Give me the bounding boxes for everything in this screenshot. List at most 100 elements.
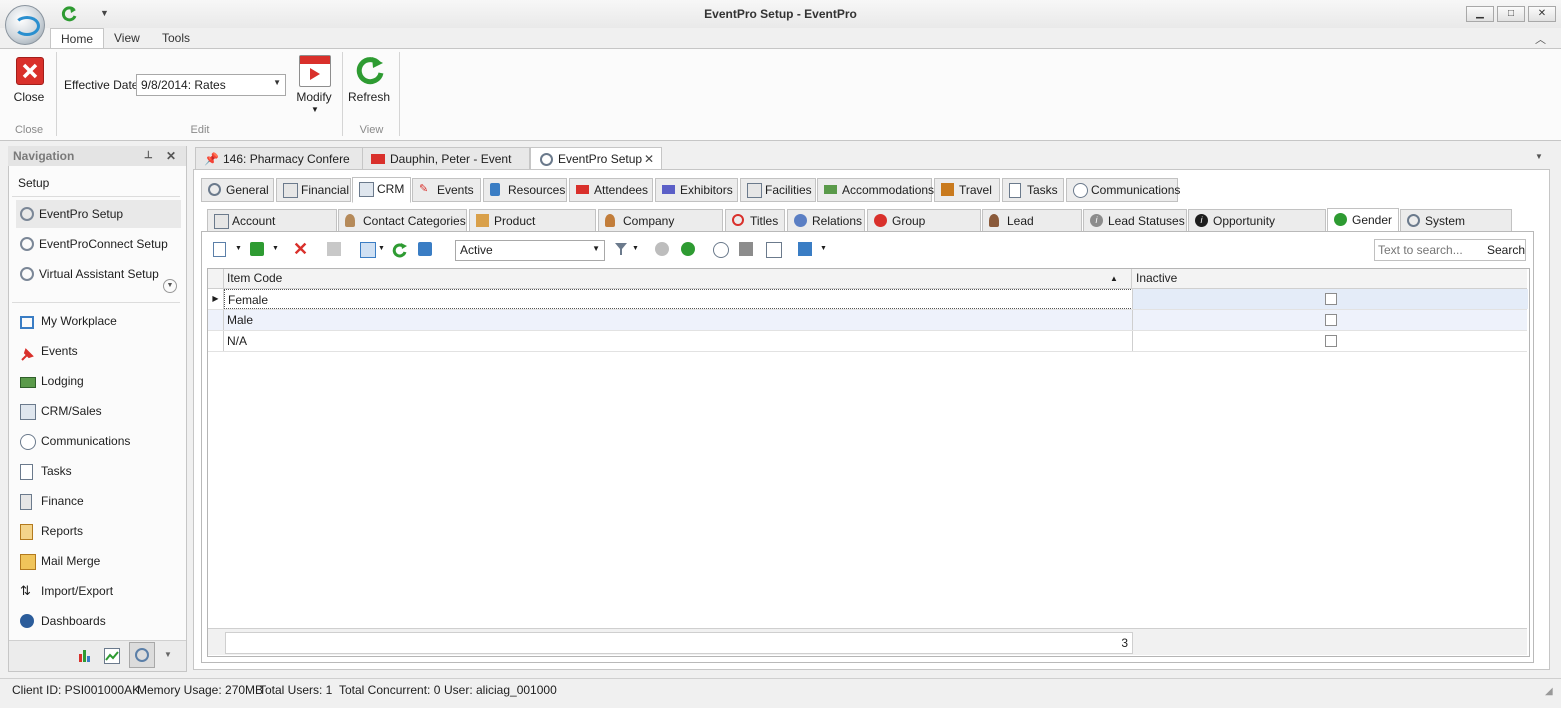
calendar-icon[interactable] [299,55,331,87]
print-icon[interactable] [739,242,753,256]
filter-dropdown-icon[interactable]: ▼ [632,245,639,252]
doc-tab-eventpro-setup[interactable]: EventPro Setup ✕ [530,147,662,171]
pin-icon[interactable]: ⊥ [144,146,153,166]
scroll-down-icon[interactable]: ▼ [163,279,177,293]
close-pane-icon[interactable]: ✕ [166,146,176,166]
table-row[interactable]: ▶ Female [208,289,1528,310]
tab-travel[interactable]: Travel [934,178,1000,202]
minimize-button[interactable]: ▁ [1466,6,1494,22]
tab-titles[interactable]: Titles [725,209,785,233]
item-code-text[interactable]: Male [227,310,253,330]
footer-dropdown-icon[interactable]: ▼ [164,650,172,659]
nav-item-eventproconnect-setup[interactable]: EventProConnect Setup [16,230,181,258]
app-menu-icon[interactable] [5,5,45,45]
nav-item-events[interactable]: Events [16,337,181,365]
tab-contact-categories[interactable]: Contact Categories [338,209,467,233]
resize-grip-icon[interactable]: ◢ [1545,681,1553,703]
new-dropdown-icon[interactable]: ▼ [235,245,242,252]
layout-dropdown-icon[interactable]: ▼ [820,245,827,252]
tab-facilities[interactable]: Facilities [740,178,816,202]
tab-financial[interactable]: Financial [276,178,351,202]
tab-resources[interactable]: Resources [483,178,567,202]
refresh-button-label[interactable]: Refresh [346,90,392,104]
tab-communications[interactable]: Communications [1066,178,1180,202]
column-header-item-code[interactable]: Item Code ▲ [224,269,1132,289]
collapse-ribbon-icon[interactable]: ︿ [1535,31,1546,47]
move-down-icon[interactable] [681,242,695,256]
filter-icon[interactable] [614,242,628,256]
line-chart-icon[interactable] [104,648,120,664]
tab-attendees[interactable]: Attendees [569,178,653,202]
nav-item-reports[interactable]: Reports [16,517,181,545]
column-header-inactive[interactable]: Inactive [1132,269,1527,289]
setup-gear-icon[interactable] [129,642,155,668]
tab-company-positions[interactable]: Company Positions [598,209,723,250]
refresh-grid-icon[interactable] [392,242,407,258]
tab-tasks[interactable]: Tasks [1002,178,1064,202]
ribbon-tab-home[interactable]: Home [50,28,105,50]
item-code-cell[interactable]: Female [224,289,1133,309]
refresh-icon[interactable] [354,54,386,86]
tab-lead-sources[interactable]: Lead Sources [982,209,1082,250]
chevron-down-icon[interactable]: ▼ [592,244,600,253]
export-icon[interactable] [418,242,432,256]
nav-item-tasks[interactable]: Tasks [16,457,181,485]
new-icon[interactable] [213,242,226,257]
tab-lead-statuses[interactable]: i Lead Statuses [1083,209,1187,233]
table-row[interactable]: Male [208,310,1527,331]
add-dropdown-icon[interactable]: ▼ [272,245,279,252]
tab-product-categories[interactable]: Product Categories [469,209,596,250]
nav-item-communications[interactable]: Communications [16,427,181,455]
inactive-checkbox[interactable] [1325,293,1337,305]
search-button[interactable]: Search [1487,243,1525,257]
doc-tab-pharmacy[interactable]: 📌 146: Pharmacy Confere [195,147,363,170]
item-code-text[interactable]: N/A [227,331,247,351]
chevron-down-icon[interactable]: ▼ [273,78,281,87]
tab-general[interactable]: General [201,178,274,202]
settings-icon[interactable] [713,242,729,258]
nav-item-import-export[interactable]: ⇅ Import/Export [16,577,181,605]
nav-item-finance[interactable]: Finance [16,487,181,515]
nav-item-eventpro-setup[interactable]: EventPro Setup [16,200,181,228]
ribbon-tab-tools[interactable]: Tools [152,28,200,48]
bar-chart-icon[interactable] [78,648,92,662]
table-row[interactable]: N/A [208,331,1527,352]
tab-system-settings[interactable]: System Settings [1400,209,1512,250]
tab-account-categories[interactable]: Account Categories [207,209,337,250]
status-filter-select[interactable]: Active ▼ [455,240,605,261]
effective-date-select[interactable]: 9/8/2014: Rates ▼ [136,74,286,96]
nav-item-mail-merge[interactable]: Mail Merge [16,547,181,575]
close-window-button[interactable]: ✕ [1528,6,1556,22]
inactive-checkbox[interactable] [1325,335,1337,347]
tab-list-dropdown-icon[interactable]: ▼ [1535,152,1543,161]
nav-item-my-workplace[interactable]: My Workplace [16,307,181,335]
copy-dropdown-icon[interactable]: ▼ [378,245,385,252]
tab-events[interactable]: ✎ Events [412,178,481,202]
nav-item-crm-sales[interactable]: CRM/Sales [16,397,181,425]
nav-item-virtual-assistant-setup[interactable]: Virtual Assistant Setup [16,260,181,288]
print-preview-icon[interactable] [766,242,782,258]
delete-icon[interactable]: ✕ [293,240,308,258]
nav-item-lodging[interactable]: Lodging [16,367,181,395]
ribbon-tab-view[interactable]: View [104,28,150,48]
copy-icon[interactable] [360,242,376,258]
tab-group-discounts[interactable]: Group Discounts [867,209,981,250]
save-layout-icon[interactable] [798,242,812,256]
tab-opportunity-statuses[interactable]: iOpportunity Statuses [1188,209,1326,250]
modify-dropdown-icon[interactable]: ▼ [311,105,319,114]
tab-relations[interactable]: Relations [787,209,865,233]
search-input[interactable] [1376,241,1480,259]
inactive-checkbox[interactable] [1325,314,1337,326]
close-icon[interactable] [16,57,44,85]
maximize-button[interactable]: □ [1497,6,1525,22]
close-tab-icon[interactable]: ✕ [644,148,654,170]
close-button-label[interactable]: Close [10,90,48,104]
add-icon[interactable] [250,242,264,256]
tab-accommodations[interactable]: Accommodations [817,178,934,202]
doc-tab-dauphin[interactable]: Dauphin, Peter - Event [362,147,530,170]
tab-crm[interactable]: CRM [352,177,411,203]
nav-item-dashboards[interactable]: Dashboards [16,607,181,635]
tab-exhibitors[interactable]: Exhibitors [655,178,738,202]
modify-button-label[interactable]: Modify [294,90,334,104]
nav-section-setup[interactable]: Setup [18,176,49,190]
